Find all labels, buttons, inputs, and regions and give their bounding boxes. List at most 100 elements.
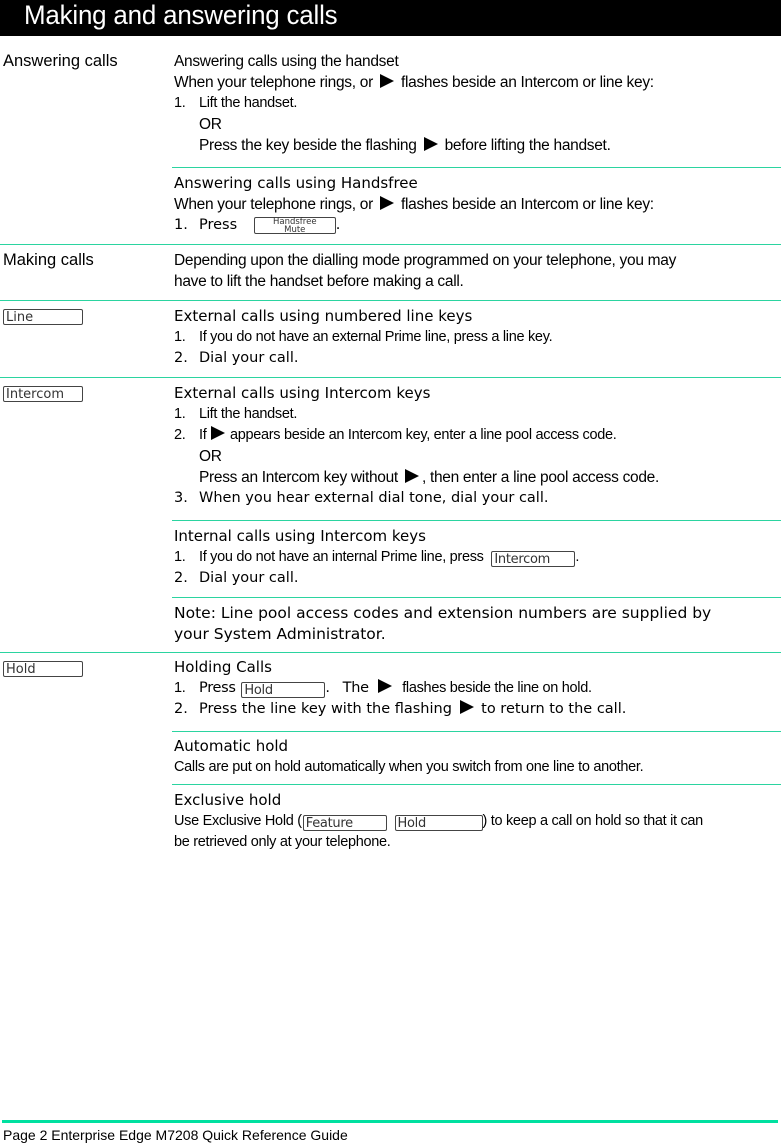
note-block: Note: Line pool access codes and extensi… [174, 603, 777, 645]
step: 1. If you do not have an external Prime l… [174, 327, 777, 348]
step: 2. Dial your call. [174, 348, 777, 369]
divider [0, 377, 781, 378]
step: 2. If appears beside an Intercom key, ent… [174, 425, 777, 446]
punctuation: . [335, 217, 341, 233]
step: 3. When you hear external dial tone, dial… [174, 488, 777, 509]
flashing-indicator-icon [423, 137, 438, 151]
intercom-key-inline[interactable]: Intercom [491, 551, 576, 567]
section-label-making: Making calls [3, 251, 94, 269]
exclusive-hold-block: Exclusive hold Use Exclusive Hold (Featu… [174, 790, 777, 853]
alt-step: Press an Intercom key without , then ent… [174, 467, 777, 488]
step-text: Dial your call. [199, 570, 299, 586]
flashing-indicator-icon [379, 74, 394, 88]
handsfree-intro: When your telephone rings, or flashes be… [174, 194, 777, 215]
flashing-indicator-icon [459, 700, 474, 714]
step: 1. If you do not have an internal Prime l… [174, 547, 777, 568]
step-number: 2. [174, 701, 188, 717]
exclusive-hold-text: Use Exclusive Hold (Feature Hold) to kee… [174, 811, 777, 832]
external-line-heading: External calls using numbered line keys [174, 307, 473, 325]
step-text: If you do not have an internal Prime lin… [199, 549, 484, 565]
automatic-hold-heading: Automatic hold [174, 737, 289, 755]
answering-handsfree-block: Answering calls using Handsfree When you… [174, 173, 777, 236]
handsfree-mute-key[interactable]: Handsfree Mute [253, 217, 336, 235]
step-number: 1. [174, 217, 188, 233]
step-number: 1. [174, 95, 186, 111]
step-text: ) to keep a call on hold so that it can [482, 813, 704, 829]
line-key[interactable]: Line [3, 309, 83, 325]
internal-intercom-block: Internal calls using Intercom keys 1. If … [174, 526, 777, 589]
making-text: have to lift the handset before making a… [174, 273, 464, 290]
making-text: Depending upon the dialling mode program… [174, 252, 677, 269]
footer-divider [2, 1120, 778, 1123]
step-text: Press [199, 680, 236, 696]
intro-text: flashes beside an Intercom or line key: [400, 74, 654, 91]
step-text: Press the line key with the flashing [199, 701, 452, 717]
step-text: Dial your call. [199, 350, 299, 366]
automatic-hold-text: Calls are put on hold automatically when… [174, 759, 644, 775]
section-label-answering: Answering calls [3, 52, 118, 70]
title-bar: Making and answering calls [0, 0, 781, 36]
step-text: flashes beside the line on hold. [402, 680, 592, 696]
hold-key-inline[interactable]: Hold [394, 815, 483, 831]
intercom-key[interactable]: Intercom [3, 386, 83, 402]
automatic-hold-block: Automatic hold Calls are put on hold aut… [174, 736, 777, 778]
step: 1. Lift the handset. [174, 404, 777, 425]
step-number: 3. [174, 490, 188, 506]
flashing-indicator-icon [404, 469, 419, 483]
handsfree-heading: Answering calls using Handsfree [174, 174, 418, 192]
step-text: Lift the handset. [199, 406, 298, 422]
or-text: OR [199, 116, 222, 133]
step-text: Use Exclusive Hold ( [174, 813, 302, 829]
external-line-block: External calls using numbered line keys … [174, 306, 777, 369]
internal-intercom-heading: Internal calls using Intercom keys [174, 527, 426, 545]
step-text: , then enter a line pool access code. [421, 469, 659, 486]
step-number: 2. [174, 427, 186, 443]
divider [172, 520, 781, 521]
flashing-indicator-icon [211, 426, 226, 440]
note-text: Note: Line pool access codes and extensi… [174, 604, 712, 622]
divider [172, 731, 781, 732]
divider [0, 244, 781, 245]
making-calls-block: Depending upon the dialling mode program… [174, 250, 777, 292]
step-text: Press the key beside the flashing [199, 137, 417, 154]
step: 2. Dial your call. [174, 568, 777, 589]
intro-text: When your telephone rings, or [174, 74, 373, 91]
step: 1. Press Handsfree Mute . [174, 215, 777, 236]
note-text: your System Administrator. [174, 625, 386, 643]
step-text: If you do not have an external Prime lin… [199, 329, 553, 345]
external-intercom-heading: External calls using Intercom keys [174, 384, 431, 402]
punctuation: . [575, 549, 580, 565]
holding-heading: Holding Calls [174, 658, 272, 676]
exclusive-hold-heading: Exclusive hold [174, 791, 282, 809]
step-number: 1. [174, 680, 186, 696]
answering-handset-block: Answering calls using the handset When y… [174, 51, 777, 156]
intro-text: flashes beside an Intercom or line key: [400, 196, 654, 213]
feature-key[interactable]: Feature [302, 815, 387, 831]
handset-intro: When your telephone rings, or flashes be… [174, 72, 777, 93]
step-text: If [199, 427, 207, 443]
key-label-bottom: Mute [284, 225, 306, 235]
step-number: 2. [174, 570, 188, 586]
holding-block: Holding Calls 1. Press Hold. The flashes … [174, 657, 777, 720]
divider [172, 167, 781, 168]
step-text: before lifting the handset. [444, 137, 611, 154]
divider [0, 652, 781, 653]
page-title: Making and answering calls [24, 0, 338, 30]
or-text: OR [199, 448, 222, 465]
flashing-indicator-icon [379, 196, 394, 210]
step: 1. Lift the handset. [174, 93, 777, 114]
page-footer: Page 2 Enterprise Edge M7208 Quick Refer… [3, 1127, 348, 1143]
step-number: 1. [174, 406, 186, 422]
hold-key-inline[interactable]: Hold [241, 682, 326, 698]
intro-text: When your telephone rings, or [174, 196, 373, 213]
alt-step: Press the key beside the flashing before… [174, 135, 777, 156]
divider [0, 300, 781, 301]
step-number: 1. [174, 329, 186, 345]
hold-key[interactable]: Hold [3, 661, 83, 677]
exclusive-hold-text: be retrieved only at your telephone. [174, 834, 391, 850]
external-intercom-block: External calls using Intercom keys 1. Lif… [174, 383, 777, 509]
step-number: 2. [174, 350, 188, 366]
divider [172, 597, 781, 598]
step-text: When you hear external dial tone, dial y… [199, 490, 549, 506]
step: 2. Press the line key with the flashing t… [174, 699, 777, 720]
